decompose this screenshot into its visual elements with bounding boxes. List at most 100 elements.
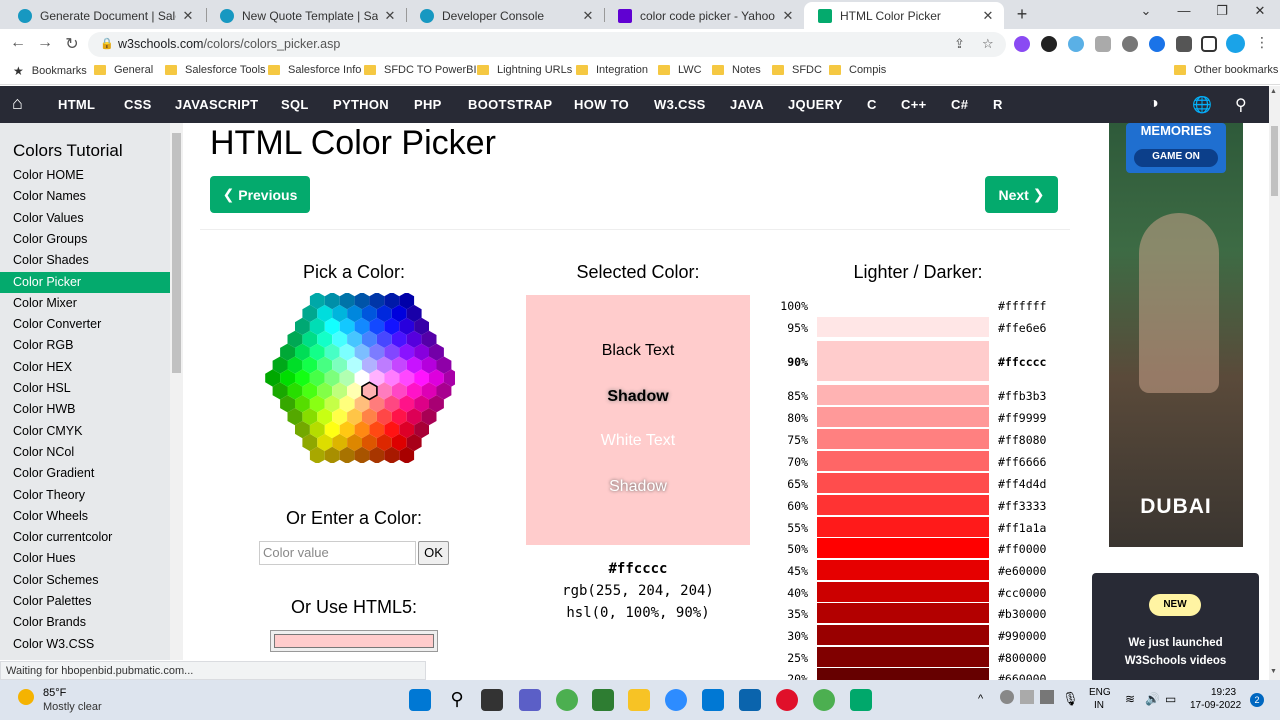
extension-icon[interactable] — [1149, 36, 1165, 52]
bookmark-folder[interactable]: Compis — [829, 64, 886, 76]
ok-button[interactable]: OK — [418, 541, 449, 565]
reload-icon[interactable]: ↻ — [62, 34, 82, 54]
sidebar-item[interactable]: Color Groups — [0, 229, 170, 250]
sidebar-item[interactable]: Color HEX — [0, 357, 170, 378]
file-explorer-icon[interactable] — [628, 689, 650, 711]
nav-csharp[interactable]: C# — [951, 97, 968, 112]
color-wheel[interactable] — [255, 293, 455, 463]
shade-swatch[interactable] — [817, 647, 989, 667]
nav-howto[interactable]: HOW TO — [574, 97, 629, 112]
nav-cpp[interactable]: C++ — [901, 97, 926, 112]
sidebar-item[interactable]: Color Mixer — [0, 293, 170, 314]
nav-w3css[interactable]: W3.CSS — [654, 97, 706, 112]
volume-icon[interactable]: 🔊 — [1145, 692, 1160, 706]
nav-html[interactable]: HTML — [58, 97, 95, 112]
home-icon[interactable]: ⌂ — [12, 93, 23, 114]
browser-tab[interactable]: New Quote Template | Salesforce ✕ — [206, 2, 406, 29]
shade-hex[interactable]: #ff9999 — [998, 411, 1046, 425]
sidebar-item[interactable]: Color HOME — [0, 165, 170, 186]
extension-icon[interactable] — [1095, 36, 1111, 52]
bookmarks-manager[interactable]: ★ Bookmarks — [13, 64, 87, 78]
nav-jquery[interactable]: JQUERY — [788, 97, 843, 112]
close-icon[interactable]: ✕ — [382, 8, 398, 24]
shade-hex[interactable]: #cc0000 — [998, 586, 1046, 600]
search-icon[interactable]: ⚲ — [446, 689, 468, 711]
nav-javascript[interactable]: JAVASCRIPT — [175, 97, 258, 112]
vscode-icon[interactable] — [702, 689, 724, 711]
search-icon[interactable]: ⚲ — [1235, 95, 1247, 115]
shade-swatch[interactable] — [817, 495, 989, 515]
shade-swatch[interactable] — [817, 317, 989, 337]
shade-hex[interactable]: #ffe6e6 — [998, 321, 1046, 335]
shade-hex[interactable]: #b30000 — [998, 607, 1046, 621]
shade-swatch[interactable] — [817, 538, 989, 558]
shade-swatch[interactable] — [817, 560, 989, 580]
close-icon[interactable]: ✕ — [780, 8, 796, 24]
shade-swatch[interactable] — [817, 603, 989, 623]
nav-bootstrap[interactable]: BOOTSTRAP — [468, 97, 552, 112]
nav-r[interactable]: R — [993, 97, 1003, 112]
mail-icon[interactable] — [739, 689, 761, 711]
maximize-icon[interactable]: ❐ — [1212, 3, 1232, 19]
tray-icon[interactable] — [1000, 690, 1014, 704]
bookmark-folder[interactable]: Notes — [712, 64, 761, 76]
close-icon[interactable]: ✕ — [180, 8, 196, 24]
bookmark-folder[interactable]: Lightning URLs — [477, 64, 572, 76]
sidebar-item[interactable]: Color Names — [0, 186, 170, 207]
shade-swatch[interactable] — [817, 295, 989, 315]
battery-icon[interactable]: ▭ — [1165, 692, 1176, 706]
sidebar-item[interactable]: Color Wheels — [0, 506, 170, 527]
shade-swatch[interactable] — [817, 341, 989, 381]
puzzle-icon[interactable] — [1176, 36, 1192, 52]
sidebar-item[interactable]: Color Converter — [0, 314, 170, 335]
cloud-icon[interactable] — [1122, 36, 1138, 52]
nav-css[interactable]: CSS — [124, 97, 152, 112]
sidebar-item[interactable]: Color Gradient — [0, 463, 170, 484]
sidebar-item[interactable]: Color Schemes — [0, 570, 170, 591]
sidebar-item[interactable]: Color Hues — [0, 548, 170, 569]
extension-icon[interactable] — [1041, 36, 1057, 52]
sidebar-scrollbar[interactable] — [170, 123, 183, 660]
menu-icon[interactable]: ⋮ — [1252, 34, 1272, 51]
bookmark-folder[interactable]: Salesforce Tools — [165, 64, 266, 76]
shade-swatch[interactable] — [817, 517, 989, 537]
advertisement[interactable]: MEMORIES GAME ON DUBAI — [1109, 123, 1243, 547]
sidebar-item[interactable]: Color Shades — [0, 250, 170, 271]
shade-hex[interactable]: #ffb3b3 — [998, 389, 1046, 403]
nav-java[interactable]: JAVA — [730, 97, 764, 112]
sidebar-item[interactable]: Color RGB — [0, 335, 170, 356]
shade-hex[interactable]: #990000 — [998, 629, 1046, 643]
bookmark-folder[interactable]: Salesforce Info — [268, 64, 361, 76]
next-button[interactable]: Next ❯ — [985, 176, 1058, 213]
sidebar-item[interactable]: Color HWB — [0, 399, 170, 420]
shade-hex[interactable]: #ff6666 — [998, 455, 1046, 469]
color-value-input[interactable]: Color value — [259, 541, 416, 565]
tray-icon[interactable] — [1040, 690, 1054, 704]
shade-swatch[interactable] — [817, 473, 989, 493]
back-icon[interactable]: ← — [8, 34, 28, 52]
clock-time[interactable]: 19:23 — [1211, 687, 1236, 698]
extension-icon[interactable] — [1068, 36, 1084, 52]
sidepanel-icon[interactable] — [1201, 36, 1217, 52]
sidebar-item[interactable]: Color Theory — [0, 485, 170, 506]
shade-hex[interactable]: #ff3333 — [998, 499, 1046, 513]
extension-icon[interactable] — [1014, 36, 1030, 52]
chrome-icon[interactable] — [813, 689, 835, 711]
shade-swatch[interactable] — [817, 385, 989, 405]
zoom-icon[interactable] — [665, 689, 687, 711]
app-icon[interactable] — [850, 689, 872, 711]
chevron-up-icon[interactable]: ^ — [978, 693, 983, 705]
close-icon[interactable]: ✕ — [580, 8, 596, 24]
profile-avatar[interactable] — [1226, 34, 1245, 53]
bookmark-folder[interactable]: General — [94, 64, 153, 76]
task-view-icon[interactable] — [481, 689, 503, 711]
shade-swatch[interactable] — [817, 429, 989, 449]
shade-hex[interactable]: #ff8080 — [998, 433, 1046, 447]
windows-start-icon[interactable] — [409, 689, 431, 711]
scroll-up-icon[interactable]: ▲ — [1270, 88, 1277, 95]
opera-icon[interactable] — [776, 689, 798, 711]
nav-sql[interactable]: SQL — [281, 97, 309, 112]
nav-python[interactable]: PYTHON — [333, 97, 389, 112]
browser-tab-active[interactable]: HTML Color Picker ✕ — [804, 2, 1004, 29]
page-scrollbar[interactable]: ▲ ▼ — [1269, 86, 1280, 680]
